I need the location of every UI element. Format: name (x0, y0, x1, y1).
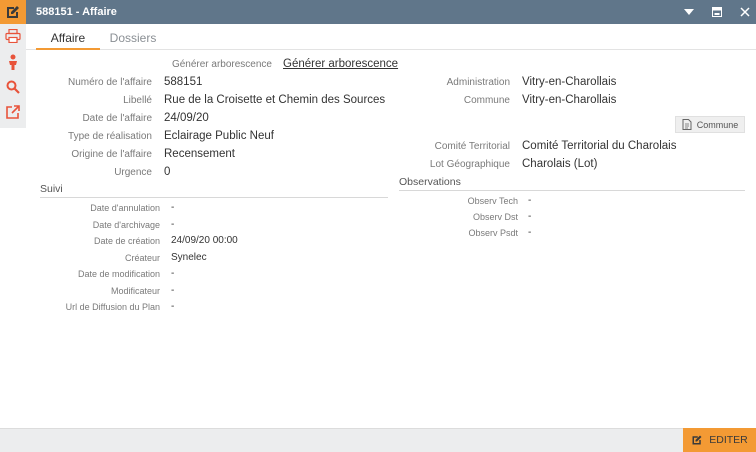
tab-dossiers[interactable]: Dossiers (98, 24, 168, 50)
observation-label: Observ Tech (467, 196, 518, 206)
generer-label: Générer arborescence (171, 59, 272, 70)
commune-button[interactable]: Commune (675, 116, 745, 133)
field-label: Administration (446, 77, 510, 88)
suivi-value: - (171, 285, 175, 296)
edit-icon (0, 0, 26, 24)
suivi-label: Date d'archivage (92, 220, 160, 230)
commune-button-label: Commune (696, 119, 739, 130)
suivi-value: 24/09/20 00:00 (171, 235, 238, 246)
external-link-icon[interactable] (0, 100, 26, 124)
suivi-label: Créateur (124, 253, 160, 263)
field-value-origine: Recensement (164, 148, 235, 160)
person-icon[interactable] (0, 50, 26, 74)
field-value-type: Eclairage Public Neuf (164, 130, 274, 142)
observation-label: Observ Dst (472, 212, 518, 222)
window-icon[interactable] (707, 0, 727, 24)
left-toolbar (0, 24, 26, 128)
document-icon (682, 119, 692, 130)
field-value-lot: Charolais (Lot) (522, 158, 598, 170)
observation-label: Observ Psdt (468, 228, 518, 238)
field-label: Urgence (114, 167, 152, 178)
observation-value: - (528, 195, 532, 206)
generer-arborescence-link[interactable]: Générer arborescence (283, 58, 398, 70)
close-icon[interactable] (735, 0, 755, 24)
suivi-value: - (171, 202, 175, 213)
suivi-value: Synelec (171, 252, 207, 263)
suivi-label: Url de Diffusion du Plan (65, 302, 160, 312)
observation-value: - (528, 227, 532, 238)
edit-button-label: EDITER (709, 434, 748, 446)
tab-affaire[interactable]: Affaire (36, 24, 100, 50)
edit-icon (692, 435, 702, 445)
observations-divider (399, 190, 745, 191)
window-title: 588151 - Affaire (36, 6, 117, 18)
field-label: Comité Territorial (434, 141, 510, 152)
suivi-label: Date d'annulation (90, 203, 160, 213)
field-value-urgence: 0 (164, 166, 171, 178)
field-label: Origine de l'affaire (71, 149, 152, 160)
suivi-value: - (171, 301, 175, 312)
observation-value: - (528, 211, 532, 222)
field-label: Date de l'affaire (82, 113, 152, 124)
tab-bar: Affaire Dossiers (26, 24, 756, 50)
printer-icon[interactable] (0, 24, 26, 48)
field-value-administration: Vitry-en-Charollais (522, 76, 617, 88)
suivi-label: Date de création (93, 236, 160, 246)
field-label: Type de réalisation (68, 131, 152, 142)
title-bar: 588151 - Affaire (0, 0, 756, 24)
suivi-value: - (171, 219, 175, 230)
field-value-date: 24/09/20 (164, 112, 209, 124)
field-label: Commune (463, 95, 510, 106)
field-value-commune: Vitry-en-Charollais (522, 94, 617, 106)
search-icon[interactable] (0, 75, 26, 99)
suivi-divider (40, 197, 388, 198)
suivi-label: Date de modification (77, 269, 160, 279)
suivi-value: - (171, 268, 175, 279)
suivi-section-title: Suivi (40, 183, 63, 195)
field-value-libelle: Rue de la Croisette et Chemin des Source… (164, 94, 386, 106)
observations-section-title: Observations (399, 176, 461, 188)
field-value-comite: Comité Territorial du Charolais (522, 140, 677, 152)
field-label: Lot Géographique (429, 159, 510, 170)
footer-bar (0, 428, 756, 452)
chevron-down-icon[interactable] (679, 0, 699, 24)
field-label: Libellé (123, 95, 152, 106)
edit-button[interactable]: EDITER (683, 428, 756, 452)
suivi-label: Modificateur (110, 286, 160, 296)
field-label: Numéro de l'affaire (68, 77, 152, 88)
field-value-numero: 588151 (164, 76, 203, 88)
